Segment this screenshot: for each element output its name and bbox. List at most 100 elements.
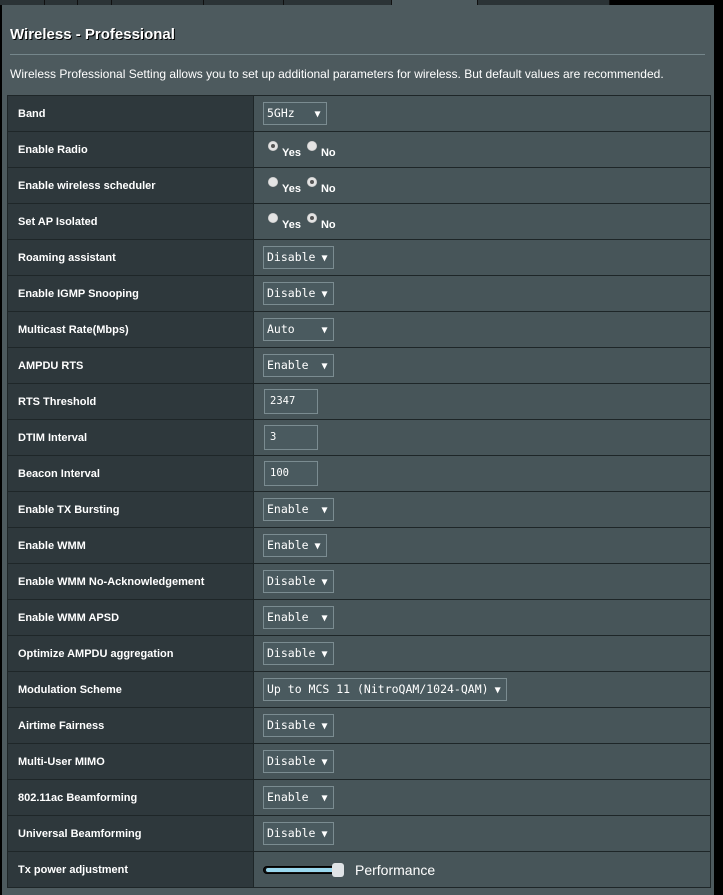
enable-wmm-no-acknowledgement-select[interactable]: Disable ▼ [263, 570, 334, 593]
radio-yes[interactable] [268, 140, 278, 151]
beacon-interval-input[interactable]: 100 [264, 461, 318, 486]
setting-value-cell: Disable ▼ [253, 707, 711, 744]
settings-table: Band 5GHz ▼ Enable Radio Yes No Enable wirele… [7, 95, 711, 888]
band-select[interactable]: 5GHz ▼ [263, 102, 327, 125]
select-value: Disable [267, 250, 316, 264]
radio-yes[interactable] [268, 176, 278, 187]
select-value: Up to MCS 11 (NitroQAM/1024-QAM) [267, 682, 489, 696]
setting-label: Modulation Scheme [7, 671, 254, 708]
setting-label: Optimize AMPDU aggregation [7, 635, 254, 672]
setting-row-enable-tx-bursting: Enable TX Bursting Enable ▼ [7, 491, 711, 528]
setting-value-cell: Yes No [253, 203, 711, 240]
multicast-rate-mbps-select[interactable]: Auto ▼ [263, 318, 334, 341]
select-value: Disable [267, 286, 316, 300]
setting-row-enable-igmp-snooping: Enable IGMP Snooping Disable ▼ [7, 275, 711, 312]
dtim-interval-input[interactable]: 3 [264, 425, 318, 450]
rts-threshold-input[interactable]: 2347 [264, 389, 318, 414]
setting-row-enable-wmm-apsd: Enable WMM APSD Enable ▼ [7, 599, 711, 636]
setting-value-cell: 5GHz ▼ [253, 95, 711, 132]
setting-value-cell: Disable ▼ [253, 275, 711, 312]
setting-label: Band [7, 95, 254, 132]
page-description: Wireless Professional Setting allows you… [10, 67, 664, 81]
setting-value-cell: Enable ▼ [253, 347, 711, 384]
setting-label: Enable TX Bursting [7, 491, 254, 528]
chevron-down-icon: ▼ [494, 685, 501, 696]
radio-label-no: No [320, 218, 336, 231]
airtime-fairness-select[interactable]: Disable ▼ [263, 714, 334, 737]
setting-value-cell: Yes No [253, 167, 711, 204]
radio-yes[interactable] [268, 212, 278, 223]
setting-label: Airtime Fairness [7, 707, 254, 744]
setting-value-cell: Enable ▼ [253, 527, 711, 564]
setting-row-beacon-interval: Beacon Interval 100 [7, 455, 711, 492]
select-value: Enable [267, 790, 316, 804]
radio-label-no: No [320, 146, 336, 159]
setting-value-cell: 2347 [253, 383, 711, 420]
chevron-down-icon: ▼ [321, 505, 328, 516]
radio-label-no: No [320, 182, 336, 195]
setting-row-multi-user-mimo: Multi-User MIMO Disable ▼ [7, 743, 711, 780]
setting-value-cell: Disable ▼ [253, 743, 711, 780]
chevron-down-icon: ▼ [321, 325, 328, 336]
select-value: Enable [267, 538, 309, 552]
radio-no[interactable] [306, 140, 317, 151]
setting-row-enable-radio: Enable Radio Yes No [7, 131, 711, 168]
chevron-down-icon: ▼ [321, 577, 328, 588]
chevron-down-icon: ▼ [321, 361, 328, 372]
802-11ac-beamforming-select[interactable]: Enable ▼ [263, 786, 334, 809]
chevron-down-icon: ▼ [321, 649, 328, 660]
tx-power-slider[interactable] [263, 862, 344, 877]
setting-value-cell: Performance [253, 851, 711, 888]
setting-value-cell: 100 [253, 455, 711, 492]
setting-label: Enable WMM [7, 527, 254, 564]
radio-label-yes: Yes [282, 182, 301, 195]
setting-row-enable-wireless-scheduler: Enable wireless scheduler Yes No [7, 167, 711, 204]
setting-row-universal-beamforming: Universal Beamforming Disable ▼ [7, 815, 711, 852]
radio-no[interactable] [306, 212, 317, 223]
chevron-down-icon: ▼ [314, 109, 321, 120]
universal-beamforming-select[interactable]: Disable ▼ [263, 822, 334, 845]
setting-value-cell: Auto ▼ [253, 311, 711, 348]
setting-row-tx-power-adjustment: Tx power adjustment Performance [7, 851, 711, 888]
enable-radio-radio-group: Yes No [263, 140, 336, 159]
setting-label: Multicast Rate(Mbps) [7, 311, 254, 348]
chevron-down-icon: ▼ [321, 757, 328, 768]
setting-row-set-ap-isolated: Set AP Isolated Yes No [7, 203, 711, 240]
slider-handle[interactable] [332, 862, 344, 877]
select-value: Enable [267, 358, 316, 372]
setting-label: DTIM Interval [7, 419, 254, 456]
select-value: Auto [267, 322, 316, 336]
setting-row-ampdu-rts: AMPDU RTS Enable ▼ [7, 347, 711, 384]
select-value: 5GHz [267, 106, 309, 120]
select-value: Disable [267, 574, 316, 588]
multi-user-mimo-select[interactable]: Disable ▼ [263, 750, 334, 773]
enable-wmm-select[interactable]: Enable ▼ [263, 534, 327, 557]
setting-value-cell: Enable ▼ [253, 599, 711, 636]
enable-tx-bursting-select[interactable]: Enable ▼ [263, 498, 334, 521]
ampdu-rts-select[interactable]: Enable ▼ [263, 354, 334, 377]
enable-wmm-apsd-select[interactable]: Enable ▼ [263, 606, 334, 629]
enable-igmp-snooping-select[interactable]: Disable ▼ [263, 282, 334, 305]
chevron-down-icon: ▼ [321, 721, 328, 732]
setting-label: RTS Threshold [7, 383, 254, 420]
setting-row-rts-threshold: RTS Threshold 2347 [7, 383, 711, 420]
setting-label: Enable wireless scheduler [7, 167, 254, 204]
select-value: Disable [267, 826, 316, 840]
optimize-ampdu-aggregation-select[interactable]: Disable ▼ [263, 642, 334, 665]
setting-label: Enable IGMP Snooping [7, 275, 254, 312]
slider-fill [266, 867, 338, 872]
set-ap-isolated-radio-group: Yes No [263, 212, 336, 231]
roaming-assistant-select[interactable]: Disable ▼ [263, 246, 334, 269]
setting-row-802-11ac-beamforming: 802.11ac Beamforming Enable ▼ [7, 779, 711, 816]
modulation-scheme-select[interactable]: Up to MCS 11 (NitroQAM/1024-QAM) ▼ [263, 678, 507, 701]
setting-value-cell: Up to MCS 11 (NitroQAM/1024-QAM) ▼ [253, 671, 711, 708]
setting-label: Enable Radio [7, 131, 254, 168]
chevron-down-icon: ▼ [321, 613, 328, 624]
setting-row-enable-wmm: Enable WMM Enable ▼ [7, 527, 711, 564]
radio-no[interactable] [306, 176, 317, 187]
setting-row-multicast-rate-mbps: Multicast Rate(Mbps) Auto ▼ [7, 311, 711, 348]
setting-value-cell: Disable ▼ [253, 815, 711, 852]
radio-label-yes: Yes [282, 146, 301, 159]
chevron-down-icon: ▼ [321, 829, 328, 840]
setting-label: 802.11ac Beamforming [7, 779, 254, 816]
